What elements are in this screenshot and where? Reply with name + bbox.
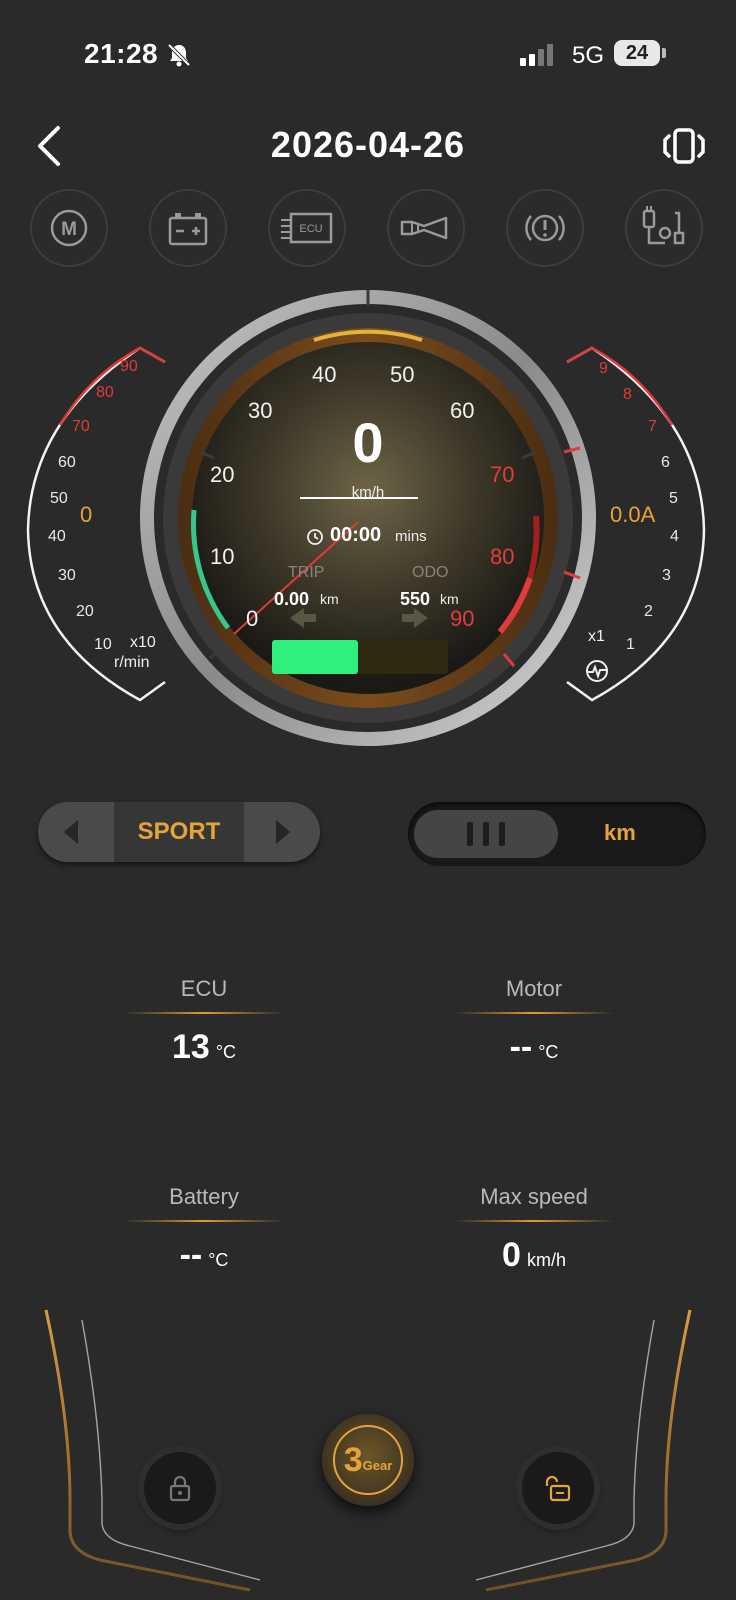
signal-icon xyxy=(520,44,553,66)
rpm-tick-80: 80 xyxy=(96,384,114,401)
bell-muted-icon xyxy=(167,43,191,67)
lock-icon xyxy=(169,1475,191,1502)
mode-prev-icon[interactable] xyxy=(62,818,80,846)
speed-tick-50: 50 xyxy=(390,362,415,387)
speed-tick-70: 70 xyxy=(490,462,515,487)
battery-temp: -- °C xyxy=(114,1236,294,1275)
svg-text:M: M xyxy=(61,219,77,240)
current-tick-7: 7 xyxy=(648,418,657,435)
horn-icon xyxy=(400,216,448,240)
speed-tick-90: 90 xyxy=(450,606,475,631)
current-tick-4: 4 xyxy=(670,528,679,545)
page-title: 2026-04-26 xyxy=(270,124,466,165)
battery-level: 24 xyxy=(614,40,660,66)
current-tick-3: 3 xyxy=(662,567,671,584)
odo-value: 550 xyxy=(400,589,431,609)
unlock-icon xyxy=(545,1475,571,1502)
ecu-temp-unit: °C xyxy=(215,1042,237,1062)
current-value: 0.0A xyxy=(610,502,656,527)
max-speed-label: Max speed xyxy=(480,1184,588,1209)
battery-status-button[interactable] xyxy=(149,189,227,267)
unit-toggle[interactable]: km xyxy=(408,802,706,866)
ecu-temp-value: 13 xyxy=(171,1028,210,1066)
rpm-tick-10: 10 xyxy=(94,636,112,653)
m-icon: M xyxy=(50,209,88,247)
status-time: 21:28 xyxy=(84,38,159,69)
battery-level-fill xyxy=(272,640,358,674)
max-speed-divider xyxy=(454,1220,614,1222)
current-tick-8: 8 xyxy=(623,386,632,403)
unlock-button[interactable] xyxy=(522,1452,594,1524)
rpm-tick-20: 20 xyxy=(76,603,94,620)
battery-temp-unit: °C xyxy=(208,1250,229,1270)
speed-unit: km/h xyxy=(351,484,385,501)
trip-value: 0.00 xyxy=(274,589,310,609)
trip-unit: km xyxy=(320,591,339,607)
battery-icon xyxy=(168,213,208,246)
max-speed-unit: km/h xyxy=(526,1250,566,1270)
current-tick-5: 5 xyxy=(669,490,678,507)
horn-button[interactable] xyxy=(387,189,465,267)
ecu-temp-label: ECU xyxy=(180,976,228,1001)
rpm-value: 0 xyxy=(80,502,93,527)
gear-label: Gear xyxy=(362,1457,393,1473)
rpm-tick-60: 60 xyxy=(58,454,76,471)
current-tick-2: 2 xyxy=(644,603,653,620)
ecu-icon-text: ECU xyxy=(299,223,322,235)
motor-temp: -- °C xyxy=(444,1028,624,1067)
unit-toggle-knob[interactable] xyxy=(414,810,558,858)
lock-button[interactable] xyxy=(144,1452,216,1524)
warning-icon xyxy=(525,214,565,242)
battery-nub xyxy=(662,48,666,58)
vibrate-icon[interactable] xyxy=(662,126,706,166)
speed-tick-60: 60 xyxy=(450,398,475,423)
gear-number: 3 xyxy=(343,1440,363,1479)
mode-next-icon[interactable] xyxy=(274,818,292,846)
ecu-temp: 13 °C xyxy=(114,1028,294,1067)
ride-time: 00:00 xyxy=(330,524,382,546)
speed-tick-40: 40 xyxy=(312,362,337,387)
charger-button[interactable] xyxy=(625,189,703,267)
battery-divider xyxy=(124,1220,284,1222)
motor-temp-label: Motor xyxy=(505,976,563,1001)
speed-tick-10: 10 xyxy=(210,544,235,569)
mode-label: SPORT xyxy=(114,802,244,862)
mode-selector: SPORT xyxy=(38,802,320,862)
charger-icon xyxy=(642,206,685,245)
speed-tick-20: 20 xyxy=(210,462,235,487)
mode-m-button[interactable]: M xyxy=(30,189,108,267)
speed-tick-30: 30 xyxy=(248,398,273,423)
max-speed: 0 km/h xyxy=(444,1236,624,1275)
rpm-tick-40: 40 xyxy=(48,528,66,545)
ecu-button[interactable]: ECU xyxy=(268,189,346,267)
ride-time-unit: mins xyxy=(395,528,427,545)
motor-temp-unit: °C xyxy=(538,1042,559,1062)
current-tick-6: 6 xyxy=(661,454,670,471)
speed-value: 0 xyxy=(352,411,384,474)
motor-temp-value: -- xyxy=(509,1028,533,1066)
rpm-tick-50: 50 xyxy=(50,490,68,507)
unit-label: km xyxy=(604,820,636,845)
current-tick-1: 1 xyxy=(626,636,635,653)
max-speed-value: 0 xyxy=(502,1236,521,1274)
battery-temp-value: -- xyxy=(179,1236,203,1274)
speed-tick-0: 0 xyxy=(246,606,259,631)
speed-tick-80: 80 xyxy=(490,544,515,569)
odo-label: ODO xyxy=(412,564,449,581)
speedometer xyxy=(140,290,596,746)
ecu-icon: ECU xyxy=(281,212,333,244)
ecu-divider xyxy=(124,1012,284,1014)
gear-ring: 3 Gear xyxy=(333,1425,403,1495)
battery-temp-label: Battery xyxy=(169,1184,239,1209)
rpm-tick-70: 70 xyxy=(72,418,90,435)
rpm-tick-30: 30 xyxy=(58,567,76,584)
gear-button[interactable]: 3 Gear xyxy=(322,1414,414,1506)
warning-button[interactable] xyxy=(506,189,584,267)
odo-unit: km xyxy=(440,591,459,607)
motor-divider xyxy=(454,1012,614,1014)
clock-icon xyxy=(307,529,323,545)
network-type: 5G xyxy=(572,42,605,69)
trip-label: TRIP xyxy=(288,564,325,581)
